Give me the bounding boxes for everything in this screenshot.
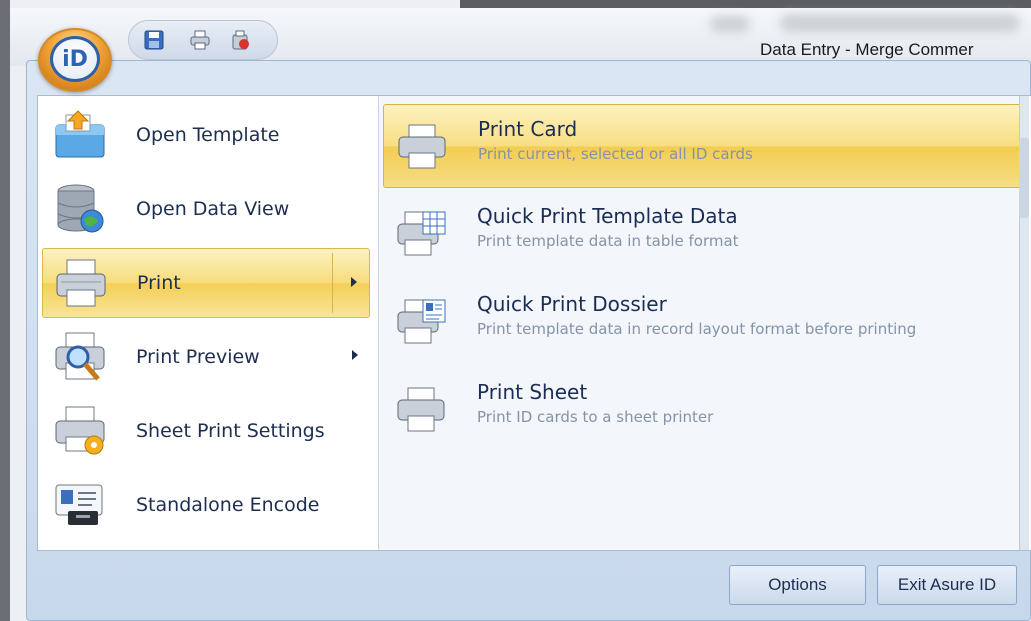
menu-item-open-template[interactable]: Open Template — [42, 100, 370, 170]
menu-item-label: Sheet Print Settings — [136, 420, 325, 442]
print-preview-icon — [52, 331, 108, 383]
menu-item-label: Print — [137, 272, 181, 294]
submenu-item-print-card[interactable]: Print Card Print current, selected or al… — [383, 104, 1027, 188]
menu-item-standalone-encode[interactable]: Standalone Encode — [42, 470, 370, 540]
menu-item-label: Open Data View — [136, 198, 290, 220]
submenu-item-title: Quick Print Dossier — [477, 292, 667, 316]
submenu-item-description: Print ID cards to a sheet printer — [477, 408, 714, 426]
exit-button[interactable]: Exit Asure ID — [877, 565, 1017, 605]
submenu-item-description: Print template data in record layout for… — [477, 320, 917, 338]
submenu-divider — [332, 253, 333, 313]
encode-icon — [52, 479, 108, 531]
blurred-region — [780, 14, 1020, 32]
database-icon — [52, 183, 108, 235]
submenu-item-quick-print-template-data[interactable]: Quick Print Template Data Print template… — [383, 192, 1027, 276]
menu-item-sheet-print-settings[interactable]: Sheet Print Settings — [42, 396, 370, 466]
submenu-item-title: Print Sheet — [477, 380, 588, 404]
submenu-item-description: Print current, selected or all ID cards — [478, 145, 753, 163]
app-logo: iD — [50, 36, 100, 82]
submenu-panel: Print Card Print current, selected or al… — [378, 96, 1029, 550]
menu-item-label: Open Template — [136, 124, 280, 146]
menu-item-label: Print Preview — [136, 346, 260, 368]
menu-left-column: Open Template Open Data View Print Print… — [38, 96, 376, 550]
sheet-print-settings-icon — [52, 405, 108, 457]
options-button[interactable]: Options — [729, 565, 866, 605]
application-menu: Open Template Open Data View Print Print… — [26, 60, 1031, 621]
blurred-region — [710, 16, 750, 32]
scrollbar[interactable] — [1019, 96, 1029, 550]
dossier-printer-icon — [395, 298, 447, 346]
scrollbar-thumb[interactable] — [1019, 138, 1029, 218]
menu-item-open-data-view[interactable]: Open Data View — [42, 174, 370, 244]
menu-item-print-preview[interactable]: Print Preview — [42, 322, 370, 392]
background-window-edge — [0, 0, 10, 621]
menu-item-label: Standalone Encode — [136, 494, 320, 516]
submenu-item-quick-print-dossier[interactable]: Quick Print Dossier Print template data … — [383, 280, 1027, 364]
save-icon[interactable] — [143, 29, 165, 51]
menu-body: Open Template Open Data View Print Print… — [37, 95, 1031, 551]
window-title: Data Entry - Merge Commer — [760, 40, 974, 59]
submenu-arrow-icon — [352, 350, 358, 360]
menu-footer: Options Exit Asure ID — [27, 553, 1031, 621]
submenu-item-title: Print Card — [478, 117, 578, 141]
print-icon[interactable] — [189, 29, 211, 51]
submenu-item-title: Quick Print Template Data — [477, 204, 738, 228]
submenu-arrow-icon — [351, 277, 357, 287]
recycle-icon[interactable] — [229, 29, 251, 51]
background-window-top — [460, 0, 1031, 8]
printer-icon — [396, 123, 448, 171]
printer-icon — [53, 258, 109, 310]
submenu-item-description: Print template data in table format — [477, 232, 739, 250]
open-template-icon — [52, 109, 108, 161]
submenu-item-print-sheet[interactable]: Print Sheet Print ID cards to a sheet pr… — [383, 368, 1027, 452]
table-printer-icon — [395, 210, 447, 258]
printer-icon — [395, 386, 447, 434]
application-button[interactable]: iD — [38, 28, 112, 92]
menu-item-print[interactable]: Print — [42, 248, 370, 318]
quick-access-toolbar — [128, 20, 278, 60]
